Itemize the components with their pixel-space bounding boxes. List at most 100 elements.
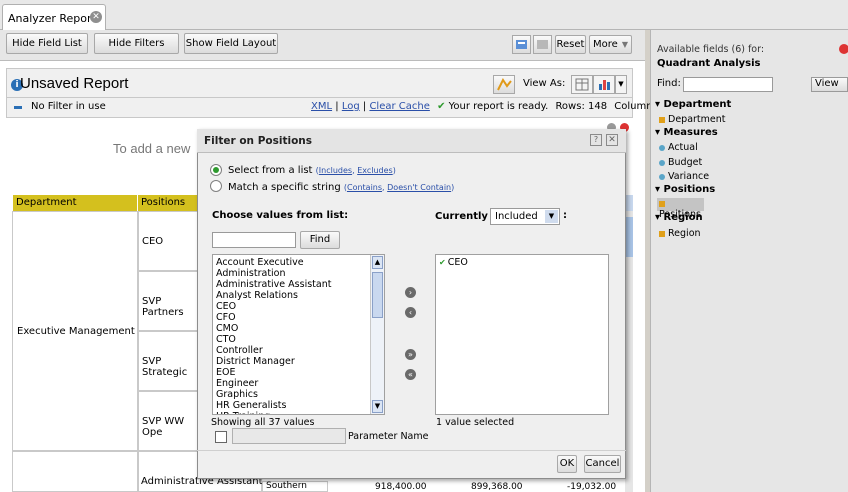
position-value: CEO xyxy=(142,236,164,247)
option-label: Select from a list xyxy=(228,165,313,176)
tab-analyzer-report[interactable]: Analyzer Report ✕ xyxy=(2,4,106,30)
collapse-filter-icon[interactable] xyxy=(14,106,22,109)
list-scrollbar[interactable]: ▲ ▼ xyxy=(370,255,384,414)
field-department[interactable]: Department xyxy=(659,114,726,125)
remove-all-icon[interactable]: « xyxy=(405,369,416,380)
column-header-positions[interactable]: Positions xyxy=(138,195,198,211)
cube-name: Quadrant Analysis xyxy=(657,58,761,69)
contains-link[interactable]: Contains xyxy=(347,183,382,192)
tree-group-measures[interactable]: ▾ Measures xyxy=(655,127,718,138)
field-label: Region xyxy=(668,228,701,239)
table-view-icon[interactable] xyxy=(571,75,593,94)
value-list-item[interactable]: CTO xyxy=(213,334,371,345)
region-cell: Southern xyxy=(262,481,328,492)
value-list-item[interactable]: Administration xyxy=(213,268,371,279)
close-panel-icon[interactable] xyxy=(839,44,848,54)
parameter-checkbox[interactable] xyxy=(215,431,227,443)
value-list-item[interactable]: Graphics xyxy=(213,389,371,400)
xml-link[interactable]: XML xyxy=(311,101,332,112)
more-menu-button[interactable]: More ▼ xyxy=(589,35,632,54)
choose-values-label: Choose values from list: xyxy=(212,210,349,221)
parameter-name-label: Parameter Name xyxy=(348,431,429,442)
budget-value: 899,368.00 xyxy=(471,482,523,492)
position-value: SVP WW Ope xyxy=(142,416,185,438)
parameter-name-input[interactable] xyxy=(232,428,346,444)
position-cell: CEO xyxy=(138,211,198,271)
tree-group-region[interactable]: ▾ Region xyxy=(655,212,703,223)
close-dialog-icon[interactable]: ✕ xyxy=(606,134,618,146)
excludes-link[interactable]: Excludes xyxy=(357,166,393,175)
reset-button[interactable]: Reset xyxy=(555,35,586,54)
ok-button[interactable]: OK xyxy=(557,455,577,473)
field-budget[interactable]: Budget xyxy=(659,157,702,168)
remove-selected-icon[interactable]: ‹ xyxy=(405,307,416,318)
column-header-department[interactable]: Department xyxy=(13,195,138,211)
tab-bar xyxy=(0,0,848,30)
view-dropdown[interactable]: View xyxy=(811,77,848,92)
scroll-thumb[interactable] xyxy=(372,272,383,318)
value-list-item[interactable]: HR Training xyxy=(213,411,371,414)
selected-count-text: 1 value selected xyxy=(436,417,515,428)
add-selected-icon[interactable]: › xyxy=(405,287,416,298)
value-list-item[interactable]: CFO xyxy=(213,312,371,323)
field-label: Variance xyxy=(668,171,710,182)
selected-values-listbox[interactable]: ✔ CEO xyxy=(435,254,609,415)
match-string-radio[interactable] xyxy=(210,180,222,192)
variance-value: -19,032.00 xyxy=(567,482,617,492)
view-as-label: View As: xyxy=(523,78,566,89)
value-search-input[interactable] xyxy=(212,232,296,248)
field-actual[interactable]: Actual xyxy=(659,142,698,153)
select-from-list-radio[interactable] xyxy=(210,164,222,176)
tree-group-label: Region xyxy=(663,212,703,223)
value-list-item[interactable]: Account Executive xyxy=(213,257,371,268)
value-list-item[interactable]: Controller xyxy=(213,345,371,356)
add-fields-message: To add a new xyxy=(113,141,191,156)
rows-count: Rows: 148 xyxy=(555,101,608,112)
hide-field-list-button[interactable]: Hide Field List xyxy=(6,33,88,54)
help-icon[interactable]: ? xyxy=(590,134,602,146)
close-icon[interactable]: ✕ xyxy=(90,11,102,23)
value-list-item[interactable]: District Manager xyxy=(213,356,371,367)
includes-link[interactable]: Includes xyxy=(319,166,352,175)
redo-icon[interactable] xyxy=(533,35,552,54)
value-list-item[interactable]: EOE xyxy=(213,367,371,378)
vertical-scrollbar[interactable] xyxy=(625,195,633,492)
not-contains-link[interactable]: Doesn't Contain xyxy=(387,183,451,192)
tree-group-department[interactable]: ▾ Department xyxy=(655,99,731,110)
value-list-item[interactable]: CMO xyxy=(213,323,371,334)
filter-status: No Filter in use xyxy=(31,101,106,112)
value-list-item[interactable]: Engineer xyxy=(213,378,371,389)
value-list-item[interactable]: HR Generalists xyxy=(213,400,371,411)
actual-value: 918,400.00 xyxy=(375,482,427,492)
chart-view-icon[interactable] xyxy=(593,75,615,94)
tree-group-label: Positions xyxy=(663,184,716,195)
value-list-item[interactable]: CEO xyxy=(213,301,371,312)
showing-values-text: Showing all 37 values xyxy=(211,417,315,428)
tree-group-positions[interactable]: ▾ Positions xyxy=(655,184,715,195)
currently-label: Currently xyxy=(435,211,488,222)
value-list-item[interactable]: Analyst Relations xyxy=(213,290,371,301)
hide-filters-button[interactable]: Hide Filters xyxy=(94,33,179,54)
selected-list-item[interactable]: ✔ CEO xyxy=(436,257,606,268)
status-links: XML | Log | Clear Cache ✔ Your report is… xyxy=(311,101,671,112)
find-button[interactable]: Find xyxy=(300,231,340,249)
show-field-layout-button[interactable]: Show Field Layout xyxy=(184,33,278,54)
include-exclude-select[interactable]: Included ▼ xyxy=(490,208,560,225)
field-search-input[interactable] xyxy=(683,77,773,92)
field-label: Actual xyxy=(668,142,698,153)
clear-cache-link[interactable]: Clear Cache xyxy=(369,101,429,112)
value-list-item[interactable]: Administrative Assistant xyxy=(213,279,371,290)
add-all-icon[interactable]: » xyxy=(405,349,416,360)
values-listbox[interactable]: Account Executive Administration Administr… xyxy=(212,254,385,415)
field-positions[interactable]: Positions xyxy=(657,198,704,220)
department-value: Executive Management xyxy=(17,326,135,337)
view-dropdown-icon[interactable]: ▼ xyxy=(615,75,627,94)
log-link[interactable]: Log xyxy=(342,101,360,112)
scroll-up-icon[interactable]: ▲ xyxy=(372,256,383,269)
chart-options-icon[interactable] xyxy=(493,75,515,94)
undo-icon[interactable] xyxy=(512,35,531,54)
field-region[interactable]: Region xyxy=(659,228,701,239)
scroll-down-icon[interactable]: ▼ xyxy=(372,400,383,413)
field-variance[interactable]: Variance xyxy=(659,171,709,182)
cancel-button[interactable]: Cancel xyxy=(584,455,621,473)
